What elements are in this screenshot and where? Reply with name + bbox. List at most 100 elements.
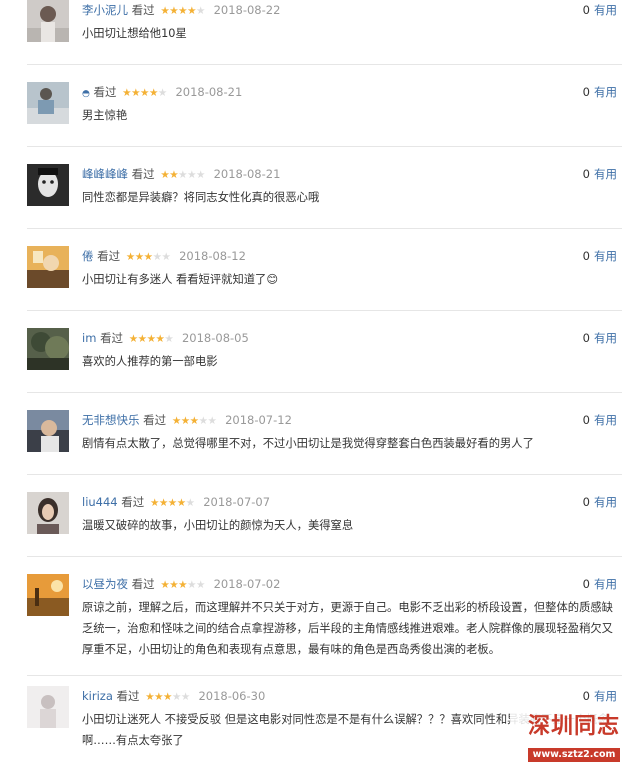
star-empty-icon: ★ — [187, 579, 196, 591]
useful-button[interactable]: 有用 — [594, 689, 617, 703]
star-filled-icon: ★ — [148, 87, 158, 99]
rating-stars: ★★★★★ — [150, 495, 195, 511]
watch-status: 看过 — [121, 495, 145, 509]
site-watermark: 深圳同志 www.sztz2.com — [510, 712, 638, 762]
star-empty-icon: ★ — [152, 251, 162, 263]
star-filled-icon: ★ — [154, 691, 164, 703]
review-meta: 倦 看过 ★★★★★ 2018-08-12 — [82, 248, 246, 264]
useful-count: 0 — [582, 85, 590, 99]
star-empty-icon: ★ — [196, 5, 205, 17]
useful-button[interactable]: 有用 — [594, 577, 617, 591]
watch-status: 看过 — [100, 331, 124, 345]
rating-stars: ★★★★★ — [129, 331, 174, 347]
star-filled-icon: ★ — [189, 415, 199, 427]
avatar[interactable] — [27, 574, 69, 616]
watch-status: 看过 — [131, 3, 155, 17]
star-filled-icon: ★ — [180, 415, 190, 427]
useful-button[interactable]: 有用 — [594, 331, 617, 345]
star-filled-icon: ★ — [169, 579, 179, 591]
username-link[interactable]: 以昼为夜 — [82, 577, 128, 591]
review-meta: kiriza 看过 ★★★★★ 2018-06-30 — [82, 688, 265, 704]
useful-button[interactable]: 有用 — [594, 249, 617, 263]
review-date: 2018-08-21 — [213, 167, 281, 181]
review-text: 喜欢的人推荐的第一部电影 — [82, 355, 218, 368]
avatar[interactable] — [27, 686, 69, 728]
star-filled-icon: ★ — [143, 251, 153, 263]
rating-stars: ★★★★★ — [145, 689, 190, 705]
rating-stars: ★★★★★ — [160, 167, 205, 183]
watch-status: 看过 — [131, 577, 155, 591]
star-filled-icon: ★ — [125, 251, 135, 263]
avatar[interactable] — [27, 0, 69, 42]
divider — [27, 392, 622, 393]
star-empty-icon: ★ — [185, 497, 195, 509]
review-text: 温暖又破碎的故事，小田切让的颜惊为天人，美得窒息 — [82, 519, 354, 532]
star-filled-icon: ★ — [178, 5, 188, 17]
useful-vote: 0 有用 — [583, 412, 617, 428]
username-link[interactable]: 李小泥儿 — [82, 3, 128, 17]
star-filled-icon: ★ — [128, 333, 138, 345]
rating-stars: ★★★★★ — [172, 413, 217, 429]
useful-count: 0 — [582, 249, 590, 263]
star-empty-icon: ★ — [207, 415, 217, 427]
watch-status: 看过 — [143, 413, 167, 427]
star-filled-icon: ★ — [137, 333, 147, 345]
watch-status: 看过 — [93, 85, 117, 99]
star-filled-icon: ★ — [134, 251, 144, 263]
watermark-url: www.sztz2.com — [527, 748, 621, 762]
avatar[interactable] — [27, 82, 69, 124]
useful-button[interactable]: 有用 — [594, 495, 617, 509]
useful-vote: 0 有用 — [583, 576, 617, 592]
username-link[interactable]: liu444 — [82, 495, 118, 509]
star-filled-icon: ★ — [122, 87, 132, 99]
star-empty-icon: ★ — [161, 251, 171, 263]
useful-button[interactable]: 有用 — [594, 167, 617, 181]
username-link[interactable]: im — [82, 331, 96, 345]
star-filled-icon: ★ — [145, 691, 155, 703]
useful-count: 0 — [582, 3, 590, 17]
star-filled-icon: ★ — [160, 579, 170, 591]
useful-count: 0 — [582, 167, 590, 181]
avatar[interactable] — [27, 164, 69, 206]
avatar[interactable] — [27, 246, 69, 288]
avatar[interactable] — [27, 410, 69, 452]
useful-count: 0 — [582, 331, 590, 345]
star-filled-icon: ★ — [149, 497, 159, 509]
watermark-title: 深圳同志 — [527, 714, 620, 739]
review-date: 2018-07-07 — [203, 495, 271, 509]
useful-button[interactable]: 有用 — [594, 85, 617, 99]
review-meta: im 看过 ★★★★★ 2018-08-05 — [82, 330, 249, 346]
review-date: 2018-07-02 — [213, 577, 281, 591]
review-meta: 以昼为夜 看过 ★★★★★ 2018-07-02 — [82, 576, 280, 592]
star-filled-icon: ★ — [167, 497, 177, 509]
useful-button[interactable]: 有用 — [594, 3, 617, 17]
rating-stars: ★★★★★ — [122, 85, 167, 101]
username-link[interactable]: 无非想快乐 — [82, 413, 140, 427]
rating-stars: ★★★★★ — [160, 3, 205, 19]
useful-vote: 0 有用 — [583, 494, 617, 510]
star-filled-icon: ★ — [158, 497, 168, 509]
divider — [27, 675, 622, 676]
useful-button[interactable]: 有用 — [594, 413, 617, 427]
avatar[interactable] — [27, 328, 69, 370]
username-link[interactable]: ◓ — [82, 85, 90, 99]
username-link[interactable]: kiriza — [82, 689, 113, 703]
useful-vote: 0 有用 — [583, 84, 617, 100]
useful-count: 0 — [582, 495, 590, 509]
watch-status: 看过 — [131, 167, 155, 181]
star-filled-icon: ★ — [140, 87, 149, 99]
star-filled-icon: ★ — [171, 415, 181, 427]
username-link[interactable]: 峰峰峰峰 — [82, 167, 128, 181]
useful-vote: 0 有用 — [583, 166, 617, 182]
review-meta: liu444 看过 ★★★★★ 2018-07-07 — [82, 494, 270, 510]
star-filled-icon: ★ — [160, 169, 170, 181]
star-empty-icon: ★ — [187, 169, 196, 181]
useful-count: 0 — [582, 689, 590, 703]
review-text: 同性恋都是异装癖？将同志女性化真的很恶心哦 — [82, 191, 320, 204]
review-date: 2018-08-05 — [181, 331, 249, 345]
review-date: 2018-07-12 — [225, 413, 292, 427]
avatar[interactable] — [27, 492, 69, 534]
username-link[interactable]: 倦 — [82, 249, 94, 263]
star-filled-icon: ★ — [169, 5, 179, 17]
useful-vote: 0 有用 — [583, 248, 617, 264]
